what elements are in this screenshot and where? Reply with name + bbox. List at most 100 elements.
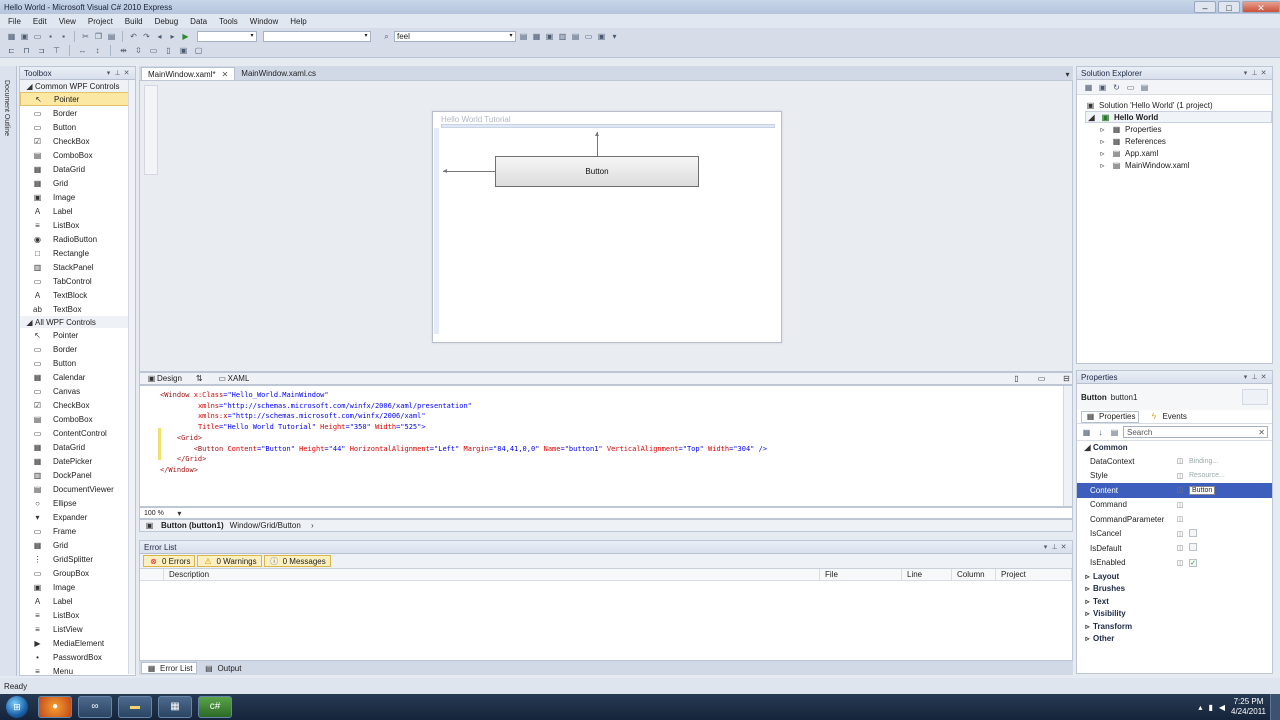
properties-search-input[interactable]: Search ✕ (1123, 426, 1268, 438)
solution-explorer-icon[interactable]: ▦ (531, 31, 542, 42)
find-icon[interactable]: ⌕ (381, 31, 392, 42)
toolbox-item-button[interactable]: ▭ Button (20, 120, 135, 134)
property-marker-icon[interactable]: ◫ (1173, 457, 1187, 465)
toolbox-item-image[interactable]: ▣ Image (20, 190, 135, 204)
property-row-commandparameter[interactable]: CommandParameter ◫ (1077, 512, 1272, 527)
property-value[interactable]: Button (1187, 485, 1272, 495)
center-vertically-icon[interactable]: ▯ (163, 45, 174, 56)
xaml-editor[interactable]: <Window x:Class="Hello_World.MainWindow"… (139, 385, 1073, 507)
property-marker-icon[interactable]: ◫ (1173, 501, 1187, 509)
show-all-files-icon[interactable]: ▣ (1097, 82, 1108, 93)
toolbox-item-contentcontrol[interactable]: ▭ ContentControl (20, 426, 135, 440)
taskbar-vs-express-icon[interactable]: ∞ (78, 696, 112, 718)
breadcrumb-object[interactable]: Button (button1) (161, 521, 224, 530)
column-project[interactable]: Project (996, 569, 1072, 580)
tree-mainwindow-xaml[interactable]: ▹ ▤ MainWindow.xaml (1097, 159, 1272, 171)
menu-debug[interactable]: Debug (149, 17, 185, 26)
toolbox-item-listbox[interactable]: ≡ ListBox (20, 608, 135, 622)
xaml-line[interactable]: Title="Hello World Tutorial" Height="350… (160, 422, 426, 432)
property-value[interactable]: ✓ (1187, 558, 1272, 567)
document-outline-strip[interactable]: Document Outline (0, 66, 17, 676)
object-name[interactable]: button1 (1111, 393, 1138, 402)
category-text[interactable]: ▹ Text (1077, 595, 1272, 608)
navigate-forward-icon[interactable]: ▸ (167, 31, 178, 42)
menu-project[interactable]: Project (82, 17, 119, 26)
start-debugging-icon[interactable]: ▶ (180, 31, 191, 42)
properties-icon[interactable]: ▦ (1083, 82, 1094, 93)
toolbox-icon[interactable]: ▤ (570, 31, 581, 42)
maximize-button[interactable]: □ (1218, 1, 1240, 13)
wpf-window-preview[interactable]: Hello World Tutorial Button (432, 111, 782, 343)
category-visibility[interactable]: ▹ Visibility (1077, 608, 1272, 621)
menu-view[interactable]: View (53, 17, 82, 26)
property-marker-icon[interactable]: ◫ (1173, 486, 1187, 494)
tab-error-list[interactable]: ▦ Error List (141, 662, 198, 674)
property-row-style[interactable]: Style ◫ Resource... (1077, 469, 1272, 484)
property-row-iscancel[interactable]: IsCancel ◫ (1077, 527, 1272, 542)
pin-icon[interactable]: ⊥ (1250, 69, 1259, 77)
volume-icon[interactable]: ◀ (1219, 703, 1225, 712)
property-value[interactable]: Resource... (1187, 472, 1272, 479)
window-position-icon[interactable]: ▾ (1241, 373, 1250, 381)
property-value[interactable]: Binding... (1187, 458, 1272, 465)
toolbox-item-datepicker[interactable]: ▦ DatePicker (20, 454, 135, 468)
category-layout[interactable]: ▹ Layout (1077, 570, 1272, 583)
document-outline-tab[interactable]: Document Outline (3, 80, 10, 136)
pin-icon[interactable]: ⊥ (1050, 543, 1059, 551)
toolbox-item-menu[interactable]: ≡ Menu (20, 664, 135, 675)
toolbox-item-pointer[interactable]: ↖ Pointer (20, 328, 135, 342)
extension-manager-icon[interactable]: ▣ (596, 31, 607, 42)
tab-design[interactable]: ▣ Design (146, 373, 182, 384)
property-marker-icon[interactable]: ◫ (1173, 544, 1187, 552)
column-column[interactable]: Column (952, 569, 996, 580)
vertical-spacing-icon[interactable]: ⇳ (133, 45, 144, 56)
align-tops-icon[interactable]: ⊤ (51, 45, 62, 56)
tree-solution[interactable]: ▣ Solution 'Hello World' (1 project) (1085, 99, 1272, 111)
toolbox-item-passwordbox[interactable]: • PasswordBox (20, 650, 135, 664)
toolbox-item-label[interactable]: A Label (20, 594, 135, 608)
xaml-line[interactable]: <Window x:Class="Hello_World.MainWindow" (160, 390, 329, 400)
property-marker-icon[interactable]: ◫ (1173, 515, 1187, 523)
tree-project[interactable]: ◢ ▣ Hello World (1085, 111, 1272, 123)
grid-column-ruler[interactable] (441, 124, 775, 128)
taskbar-folder-icon[interactable]: ▬ (118, 696, 152, 718)
tab-properties[interactable]: ▦ Properties (1081, 410, 1140, 423)
tab-xaml[interactable]: ▭ XAML (217, 373, 249, 384)
start-button[interactable]: ⊞ (6, 696, 28, 718)
toolbox-item-documentviewer[interactable]: ▤ DocumentViewer (20, 482, 135, 496)
window-position-icon[interactable]: ▾ (104, 69, 113, 77)
column-file[interactable]: File (820, 569, 902, 580)
pin-icon[interactable]: ⊥ (113, 69, 122, 77)
toolbox-item-checkbox[interactable]: ☑ CheckBox (20, 134, 135, 148)
horizontal-split-icon[interactable]: ▭ (1036, 373, 1047, 384)
send-to-back-icon[interactable]: ▢ (193, 45, 204, 56)
close-icon[interactable]: ✕ (1059, 543, 1068, 551)
design-button-element[interactable]: Button (495, 156, 699, 187)
property-row-isdefault[interactable]: IsDefault ◫ (1077, 541, 1272, 556)
open-icon[interactable]: ▭ (32, 31, 43, 42)
close-icon[interactable]: ✕ (1259, 373, 1268, 381)
minimize-button[interactable]: – (1194, 1, 1216, 13)
clear-search-icon[interactable]: ✕ (1258, 428, 1265, 437)
toolbox-item-canvas[interactable]: ▭ Canvas (20, 384, 135, 398)
tray-expand-icon[interactable]: ▴ (1198, 703, 1202, 712)
property-marker-icon[interactable]: ◫ (1173, 472, 1187, 480)
tab-events[interactable]: ϟ Events (1145, 411, 1189, 423)
property-row-datacontext[interactable]: DataContext ◫ Binding... (1077, 454, 1272, 469)
paste-icon[interactable]: ▤ (106, 31, 117, 42)
xaml-line[interactable]: <Button Content="Button" Height="44" Hor… (160, 444, 767, 454)
center-horizontally-icon[interactable]: ▭ (148, 45, 159, 56)
properties-window-icon[interactable]: ▣ (544, 31, 555, 42)
chevron-down-icon[interactable]: ▾ (174, 508, 185, 519)
property-row-content[interactable]: Content ◫ Button (1077, 483, 1272, 498)
alphabetical-icon[interactable]: ↓ (1095, 427, 1106, 438)
toolbox-item-ellipse[interactable]: ○ Ellipse (20, 496, 135, 510)
toolbox-item-gridsplitter[interactable]: ⋮ GridSplitter (20, 552, 135, 566)
toolbar-options-icon[interactable]: ▾ (609, 31, 620, 42)
toolbox-item-textbox[interactable]: ab TextBox (20, 302, 135, 316)
toolbox-item-grid[interactable]: ▦ Grid (20, 176, 135, 190)
xaml-line[interactable]: <Grid> (160, 433, 202, 443)
toolbox-item-rectangle[interactable]: □ Rectangle (20, 246, 135, 260)
category-transform[interactable]: ▹ Transform (1077, 620, 1272, 633)
navigate-back-icon[interactable]: ◂ (154, 31, 165, 42)
